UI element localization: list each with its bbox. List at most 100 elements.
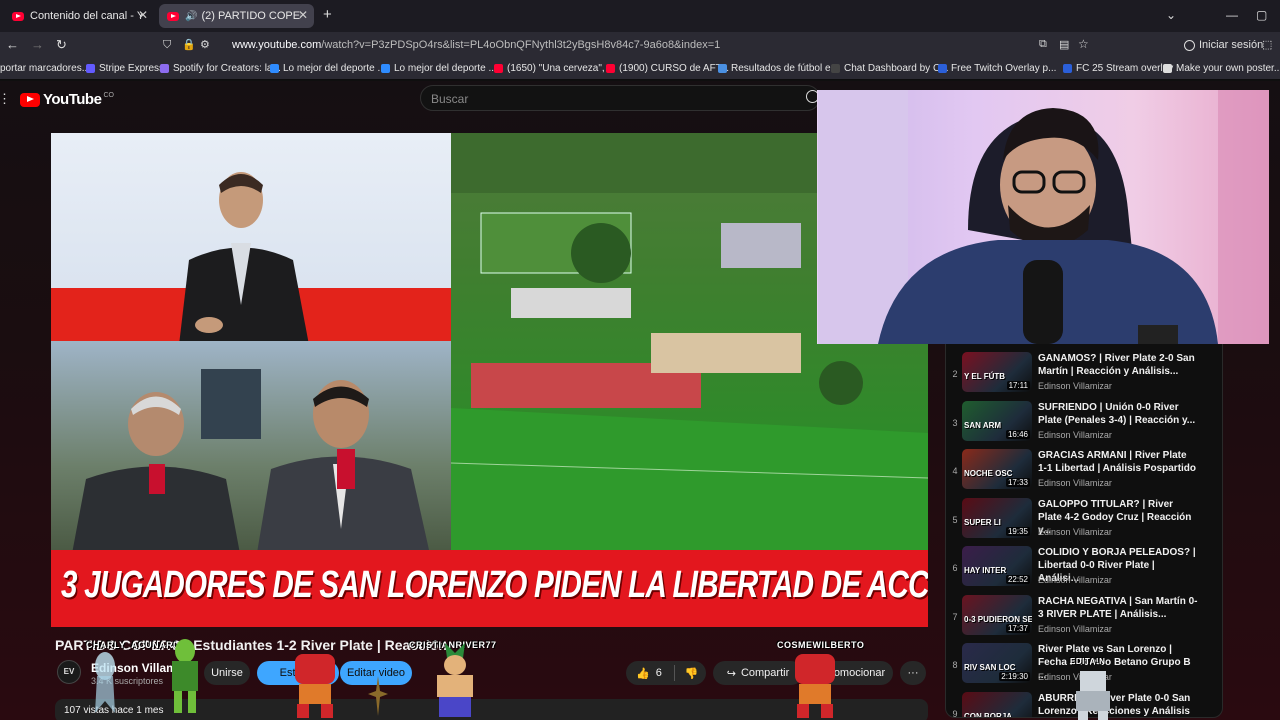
thumbnail-caption: NOCHE OSC	[964, 469, 1013, 478]
news-banner: 3 JUGADORES DE SAN LORENZO PIDEN LA LIBE…	[51, 550, 928, 627]
like-icon[interactable]: 👍	[636, 667, 650, 680]
channel-avatar[interactable]: EV	[57, 660, 81, 684]
star-sprite	[368, 676, 388, 716]
bookmark-item[interactable]: (1900) CURSO de AFT...	[606, 63, 729, 74]
tab-list-chevron-icon[interactable]: ⌄	[1166, 8, 1176, 22]
bookmark-item[interactable]: Resultados de fútbol e...	[718, 63, 839, 74]
screenshot-icon[interactable]: ⧉	[1039, 38, 1047, 51]
tab-current-video[interactable]: 🔊 (2) PARTIDO COPERO | Estu ✕	[159, 4, 314, 28]
bookmark-item[interactable]: Chat Dashboard by C...	[831, 63, 949, 74]
playlist-item-title[interactable]: GRACIAS ARMANI | River Plate 1-1 Liberta…	[1038, 449, 1198, 475]
playlist-thumbnail[interactable]: HAY INTER 22:52	[962, 546, 1032, 586]
back-arrow-icon[interactable]: ←	[6, 37, 19, 52]
like-dislike-group: 👍 6 👎	[626, 661, 706, 685]
reload-icon[interactable]: ↻	[56, 37, 67, 53]
playlist-item-title[interactable]: SUFRIENDO | Unión 0-0 River Plate (Penal…	[1038, 401, 1198, 427]
armored-sprite-2	[795, 654, 835, 718]
playlist-index: 2	[952, 369, 958, 379]
broly-sprite	[437, 643, 473, 717]
youtube-favicon-icon	[167, 11, 179, 21]
bookmark-item[interactable]: Stripe Express	[86, 63, 164, 74]
playlist-item-channel: Edinson Villamizar	[1038, 381, 1112, 391]
playlist-item-channel: Edinson Villamizar	[1038, 478, 1112, 488]
playlist-item-title[interactable]: ABURRIDO | River Plate 0-0 San Lorenzo |…	[1038, 692, 1198, 718]
playlist-item[interactable]: 7 0-3 PUDIERON SEI 17:37 RACHA NEGATIVA | S…	[946, 592, 1222, 641]
playlist-thumbnail[interactable]: CON BORJA	[962, 691, 1032, 717]
youtube-favicon-icon	[12, 11, 24, 21]
playlist-item-channel: Edinson Villamizar	[1038, 526, 1112, 537]
bookmark-favicon-icon	[1163, 64, 1172, 73]
forward-arrow-icon[interactable]: →	[31, 37, 44, 52]
share-arrow-icon: ↪	[726, 667, 736, 680]
menu-hamburger-icon[interactable]: ⋮	[0, 91, 11, 107]
bookmark-favicon-icon	[494, 64, 503, 73]
playlist-thumbnail[interactable]: Y EL FÚTB 17:11	[962, 352, 1032, 392]
tab-channel-content[interactable]: Contenido del canal - YouTube ✕	[4, 4, 154, 28]
bookmark-item[interactable]: Lo mejor del deporte ...	[270, 63, 386, 74]
shield-icon[interactable]: ⛉	[163, 39, 171, 52]
playlist-thumbnail[interactable]: RIV SAN LOC 2:19:30	[962, 643, 1032, 683]
playlist-item-title[interactable]: GANAMOS? | River Plate 2-0 San Martín | …	[1038, 352, 1198, 378]
bookmark-label: (1900) CURSO de AFT...	[619, 63, 730, 74]
playlist-index: 6	[952, 563, 958, 573]
thumbnail-caption: RIV SAN LOC	[964, 663, 1016, 672]
video-player[interactable]: 3 JUGADORES DE SAN LORENZO PIDEN LA LIBE…	[51, 133, 928, 627]
playlist-item[interactable]: 5 SUPER LI 19:35 GALOPPO TITULAR? | River P…	[946, 495, 1222, 544]
tab-label: Contenido del canal - YouTube	[30, 10, 142, 22]
lock-icon[interactable]: 🔒	[182, 38, 196, 51]
playlist-item-title[interactable]: RACHA NEGATIVA | San Martín 0-3 RIVER PL…	[1038, 595, 1198, 621]
youtube-logo[interactable]: YouTube CO	[20, 91, 114, 108]
close-tab-icon[interactable]: ✕	[298, 8, 308, 22]
bookmark-item[interactable]: Lo mejor del deporte ...	[381, 63, 497, 74]
permissions-icon[interactable]: ⚙	[200, 38, 210, 51]
bookmark-item[interactable]: (1650) "Una cerveza", ...	[494, 63, 616, 74]
playlist-thumbnail[interactable]: SAN ARM 16:46	[962, 400, 1032, 441]
bookmark-label: (1650) "Una cerveza", ...	[507, 63, 616, 74]
playlist-thumbnail[interactable]: SUPER LI 19:35	[962, 497, 1032, 538]
reader-view-icon[interactable]: ▤	[1059, 38, 1069, 51]
playlist-thumbnail[interactable]: NOCHE OSC 17:33	[962, 449, 1032, 489]
bookmark-label: Spotify for Creators: la...	[173, 63, 281, 74]
playlist-index: 4	[952, 466, 958, 476]
bookmark-item[interactable]: Spotify for Creators: la...	[160, 63, 281, 74]
playlist-item[interactable]: 6 HAY INTER 22:52 COLIDIO Y BORJA PELEADOS?…	[946, 543, 1222, 592]
playlist-item[interactable]: 2 Y EL FÚTB 17:11 GANAMOS? | River Plate 2-…	[946, 349, 1222, 398]
extensions-icon[interactable]: ⬚	[1262, 38, 1272, 51]
bookmark-item[interactable]: Free Twitch Overlay p...	[938, 63, 1056, 74]
country-code: CO	[103, 92, 114, 99]
playlist-thumbnail[interactable]: 0-3 PUDIERON SEI 17:37	[962, 594, 1032, 635]
speaker-icon[interactable]: 🔊	[185, 11, 197, 22]
close-tab-icon[interactable]: ✕	[138, 8, 148, 22]
presenter-figure	[179, 172, 309, 345]
tab-label: (2) PARTIDO COPERO | Estu	[201, 10, 301, 22]
playlist-index: 3	[952, 417, 958, 428]
cell-sprite	[172, 639, 198, 713]
bookmark-label: portar marcadores...	[0, 63, 91, 74]
minimize-button[interactable]: —	[1226, 8, 1238, 22]
thumbnail-caption: HAY INTER	[964, 566, 1007, 575]
playlist-index: 7	[952, 611, 958, 622]
playlist-item[interactable]: 3 SAN ARM 16:46 SUFRIENDO | Unión 0-0 River…	[946, 398, 1222, 447]
signin-label: Iniciar sesión	[1199, 39, 1264, 51]
reporters-figure	[71, 369, 431, 559]
join-button[interactable]: Unirse	[204, 661, 250, 685]
search-input[interactable]: Buscar	[420, 85, 820, 111]
bookmark-favicon-icon	[1063, 64, 1072, 73]
webcam-overlay	[817, 90, 1269, 344]
bookmark-label: Free Twitch Overlay p...	[951, 63, 1057, 74]
bookmark-favicon-icon	[606, 64, 615, 73]
thumbnail-caption: SUPER LI	[964, 517, 1001, 527]
youtube-play-icon	[20, 92, 40, 107]
bookmark-item[interactable]: portar marcadores...	[0, 63, 90, 74]
maximize-button[interactable]: ▢	[1256, 8, 1267, 22]
duration-badge: 19:35	[1005, 526, 1030, 536]
playlist-item[interactable]: 4 NOCHE OSC 17:33 GRACIAS ARMANI | River Pl…	[946, 446, 1222, 495]
bookmark-star-icon[interactable]: ☆	[1078, 37, 1089, 51]
new-tab-button[interactable]: +	[323, 6, 332, 23]
address-bar[interactable]: www.youtube.com/watch?v=P3zPDSpO4rs&list…	[232, 39, 720, 51]
more-actions-button[interactable]: ···	[900, 661, 926, 685]
playlist-item-channel: Edinson Villamizar	[1038, 429, 1112, 440]
signin-button[interactable]: Iniciar sesión	[1184, 39, 1263, 51]
bookmark-item[interactable]: Make your own poster...	[1163, 63, 1280, 74]
dislike-icon[interactable]: 👎	[685, 667, 699, 680]
